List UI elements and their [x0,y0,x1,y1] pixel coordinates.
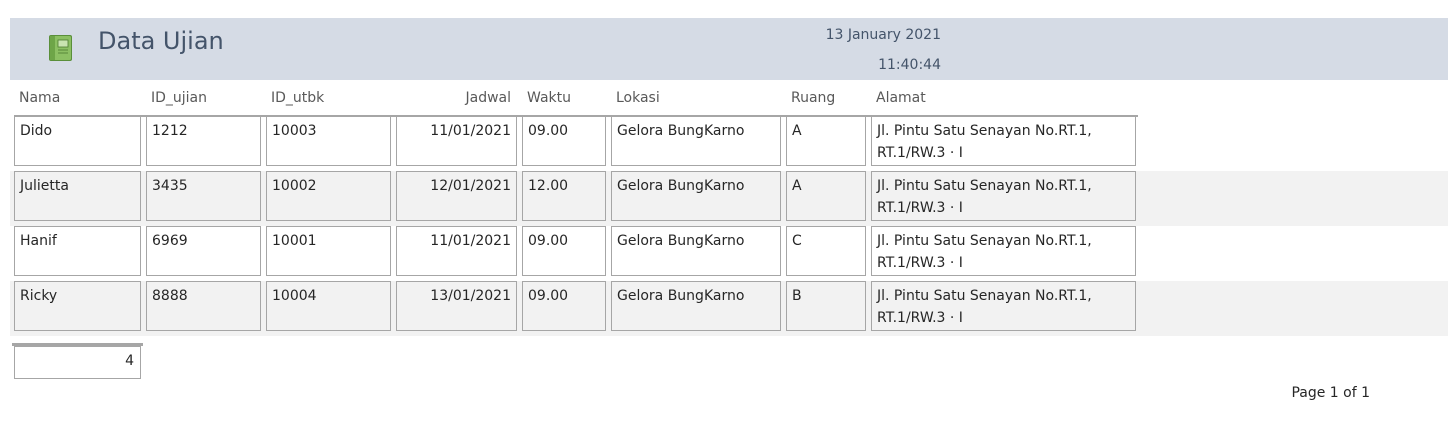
cell-lokasi[interactable]: Gelora BungKarno [611,116,781,166]
cell-alamat[interactable]: Jl. Pintu Satu Senayan No.RT.1, RT.1/RW.… [871,116,1136,166]
column-header-jadwal: Jadwal [465,90,511,106]
column-header-waktu: Waktu [527,90,571,106]
cell-id-ujian[interactable]: 8888 [146,281,261,331]
cell-lokasi[interactable]: Gelora BungKarno [611,171,781,221]
report-notebook-icon [47,34,73,62]
cell-lokasi[interactable]: Gelora BungKarno [611,281,781,331]
cell-alamat[interactable]: Jl. Pintu Satu Senayan No.RT.1, RT.1/RW.… [871,281,1136,331]
cell-nama[interactable]: Julietta [14,171,141,221]
report-date: 13 January 2021 [825,27,941,43]
cell-nama[interactable]: Hanif [14,226,141,276]
cell-ruang[interactable]: B [786,281,866,331]
table-row: Ricky 8888 10004 13/01/2021 09.00 Gelora… [10,281,1448,336]
cell-alamat[interactable]: Jl. Pintu Satu Senayan No.RT.1, RT.1/RW.… [871,171,1136,221]
cell-jadwal[interactable]: 12/01/2021 [396,171,517,221]
cell-jadwal[interactable]: 11/01/2021 [396,116,517,166]
cell-nama[interactable]: Dido [14,116,141,166]
cell-waktu[interactable]: 12.00 [522,171,606,221]
column-header-id-ujian: ID_ujian [151,90,208,106]
column-header-ruang: Ruang [791,90,836,106]
cell-alamat[interactable]: Jl. Pintu Satu Senayan No.RT.1, RT.1/RW.… [871,226,1136,276]
cell-lokasi[interactable]: Gelora BungKarno [611,226,781,276]
cell-waktu[interactable]: 09.00 [522,281,606,331]
report-time: 11:40:44 [878,57,941,73]
cell-waktu[interactable]: 09.00 [522,116,606,166]
report-title: Data Ujian [98,27,224,55]
cell-jadwal[interactable]: 13/01/2021 [396,281,517,331]
cell-id-utbk[interactable]: 10002 [266,171,391,221]
page-number: Page 1 of 1 [1291,385,1370,401]
cell-ruang[interactable]: C [786,226,866,276]
cell-ruang[interactable]: A [786,116,866,166]
table-row: Julietta 3435 10002 12/01/2021 12.00 Gel… [10,171,1448,226]
cell-id-utbk[interactable]: 10004 [266,281,391,331]
cell-id-utbk[interactable]: 10001 [266,226,391,276]
column-header-nama: Nama [19,90,61,106]
cell-id-ujian[interactable]: 6969 [146,226,261,276]
record-count[interactable]: 4 [14,346,141,379]
cell-id-ujian[interactable]: 1212 [146,116,261,166]
cell-id-ujian[interactable]: 3435 [146,171,261,221]
column-header-id-utbk: ID_utbk [271,90,325,106]
column-header-lokasi: Lokasi [616,90,660,106]
cell-waktu[interactable]: 09.00 [522,226,606,276]
table-row: Hanif 6969 10001 11/01/2021 09.00 Gelora… [10,226,1448,281]
table-row: Dido 1212 10003 11/01/2021 09.00 Gelora … [10,116,1448,171]
report-header: Data Ujian 13 January 2021 11:40:44 [10,18,1448,80]
cell-id-utbk[interactable]: 10003 [266,116,391,166]
cell-jadwal[interactable]: 11/01/2021 [396,226,517,276]
column-header-alamat: Alamat [876,90,926,106]
cell-ruang[interactable]: A [786,171,866,221]
cell-nama[interactable]: Ricky [14,281,141,331]
